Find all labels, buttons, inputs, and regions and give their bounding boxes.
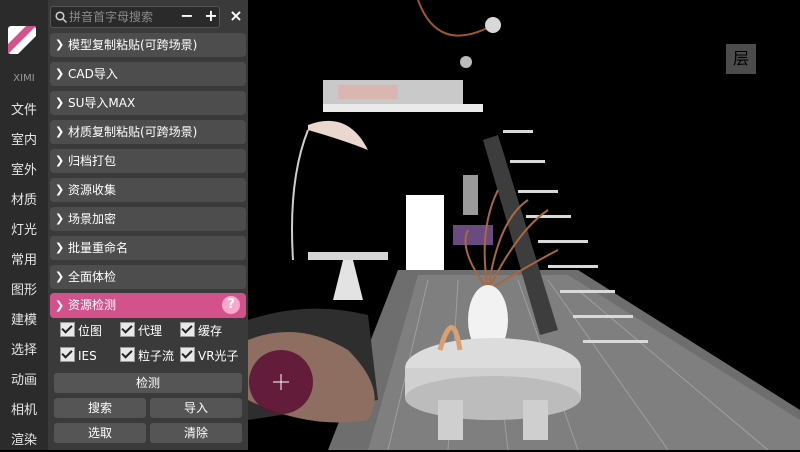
- checkbox-checked-icon: [120, 322, 135, 337]
- view-cube-label: 层: [732, 49, 749, 68]
- menu-archive-pack[interactable]: ❯ 归档打包: [50, 149, 246, 173]
- category-shapes[interactable]: 图形: [0, 280, 48, 302]
- tool-panel: − + × ❯模型复制粘贴(可跨场景) ❯CAD导入 ❯SU导入MAX ❯材质复…: [48, 0, 248, 450]
- menu-item-label: CAD导入: [68, 67, 118, 81]
- menu-item-label: 归档打包: [68, 154, 117, 168]
- section-title: 资源检测: [68, 298, 117, 312]
- checkbox-particle-flow[interactable]: 粒子流: [120, 346, 174, 366]
- checkbox-checked-icon: [60, 322, 75, 337]
- category-lighting[interactable]: 灯光: [0, 220, 48, 242]
- category-sidebar: XIMI 文件 室内 室外 材质 灯光 常用 图形 建模 选择 动画 相机 渲染: [0, 0, 49, 450]
- category-render[interactable]: 渲染: [0, 430, 48, 452]
- chevron-down-icon: ❯: [55, 299, 65, 312]
- menu-scene-encrypt[interactable]: ❯ 场景加密: [50, 207, 246, 231]
- search-button[interactable]: 搜索: [54, 398, 146, 418]
- checkbox-bitmap[interactable]: 位图: [60, 321, 102, 341]
- category-camera[interactable]: 相机: [0, 400, 48, 422]
- clear-button[interactable]: 清除: [150, 423, 242, 443]
- search-icon: [55, 11, 67, 23]
- category-exterior[interactable]: 室外: [0, 160, 48, 182]
- menu-batch-rename[interactable]: ❯ 批量重命名: [50, 236, 246, 260]
- category-interior[interactable]: 室内: [0, 130, 48, 152]
- menu-material-copy-paste[interactable]: ❯ 材质复制粘贴(可跨场景): [50, 120, 246, 144]
- menu-full-check[interactable]: ❯ 全面体检: [50, 265, 246, 289]
- menu-item-label: 资源收集: [68, 183, 117, 197]
- category-file[interactable]: 文件: [0, 100, 48, 122]
- menu-item-label: 材质复制粘贴(可跨场景): [68, 125, 198, 139]
- resource-check-header[interactable]: ❯ 资源检测 ?: [50, 293, 246, 318]
- minimize-button[interactable]: −: [178, 7, 196, 25]
- checkbox-checked-icon: [180, 322, 195, 337]
- help-icon[interactable]: ?: [222, 296, 240, 314]
- chevron-right-icon: ❯: [55, 154, 65, 167]
- chevron-right-icon: ❯: [55, 241, 65, 254]
- checkbox-cache[interactable]: 缓存: [180, 321, 222, 341]
- checkbox-label: 粒子流: [138, 349, 175, 363]
- checkbox-label: 位图: [78, 324, 103, 338]
- menu-item-label: 全面体检: [68, 270, 117, 284]
- menu-resource-collect[interactable]: ❯ 资源收集: [50, 178, 246, 202]
- category-material[interactable]: 材质: [0, 190, 48, 212]
- menu-item-label: SU导入MAX: [68, 96, 136, 110]
- menu-item-label: 批量重命名: [68, 241, 129, 255]
- checkbox-proxy[interactable]: 代理: [120, 321, 162, 341]
- menu-item-label: 模型复制粘贴(可跨场景): [68, 38, 198, 52]
- category-select[interactable]: 选择: [0, 340, 48, 362]
- chevron-right-icon: ❯: [55, 183, 65, 196]
- detect-button[interactable]: 检测: [54, 373, 242, 393]
- category-modeling[interactable]: 建模: [0, 310, 48, 332]
- checkbox-label: VR光子: [198, 349, 239, 363]
- add-button[interactable]: +: [202, 7, 220, 25]
- checkbox-checked-icon: [180, 347, 195, 362]
- chevron-right-icon: ❯: [55, 67, 65, 80]
- checkbox-checked-icon: [120, 347, 135, 362]
- view-cube[interactable]: 层: [726, 44, 756, 74]
- chevron-right-icon: ❯: [55, 38, 65, 51]
- chevron-right-icon: ❯: [55, 125, 65, 138]
- checkbox-label: 缓存: [198, 324, 223, 338]
- category-animation[interactable]: 动画: [0, 370, 48, 392]
- checkbox-ies[interactable]: IES: [60, 346, 97, 366]
- checkbox-vr-photon[interactable]: VR光子: [180, 346, 239, 366]
- checkbox-label: 代理: [138, 324, 163, 338]
- chevron-right-icon: ❯: [55, 270, 65, 283]
- category-common[interactable]: 常用: [0, 250, 48, 272]
- chevron-right-icon: ❯: [55, 96, 65, 109]
- menu-su-import-max[interactable]: ❯ SU导入MAX: [50, 91, 246, 115]
- checkbox-label: IES: [78, 349, 97, 363]
- menu-cad-import[interactable]: ❯ CAD导入: [50, 62, 246, 86]
- chevron-right-icon: ❯: [55, 212, 65, 225]
- menu-model-copy-paste[interactable]: ❯ 模型复制粘贴(可跨场景): [50, 33, 246, 57]
- import-button[interactable]: 导入: [150, 398, 242, 418]
- scene-render: [248, 0, 800, 450]
- brand-name: XIMI: [13, 73, 35, 84]
- menu-item-label: 场景加密: [68, 212, 117, 226]
- select-button[interactable]: 选取: [54, 423, 146, 443]
- checkbox-checked-icon: [60, 347, 75, 362]
- close-button[interactable]: ×: [227, 7, 245, 25]
- 3d-viewport[interactable]: 层: [248, 0, 800, 450]
- app-logo-icon: [8, 26, 36, 54]
